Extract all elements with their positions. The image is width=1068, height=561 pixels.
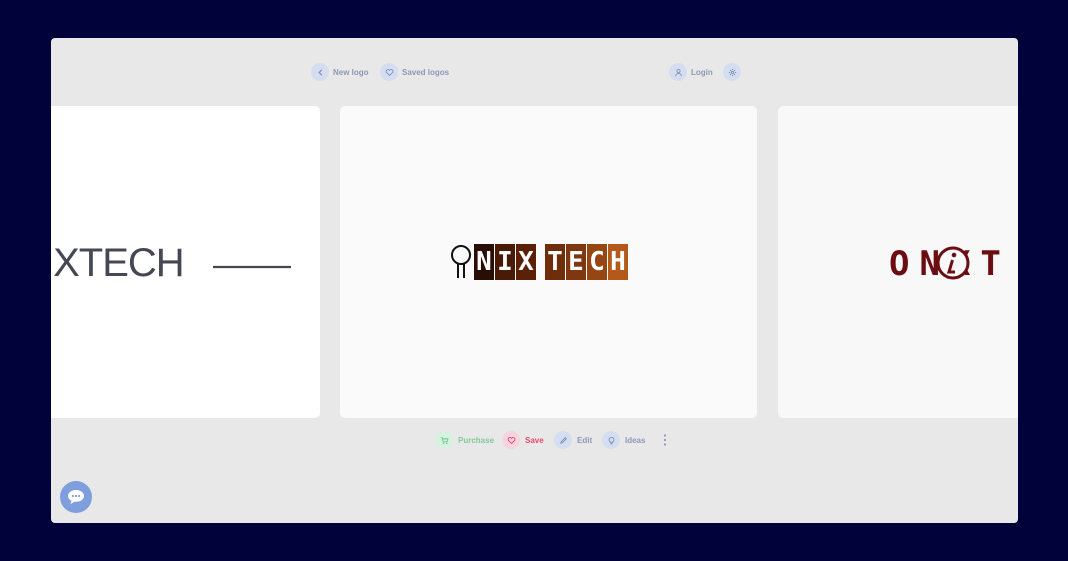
edit-button[interactable]: Edit	[554, 431, 592, 449]
more-vertical-icon	[663, 434, 667, 446]
heart-icon	[380, 63, 398, 81]
edit-label: Edit	[577, 435, 593, 445]
chat-icon	[68, 490, 84, 504]
gear-icon	[723, 63, 741, 81]
logo-card-previous[interactable]: IXTECH	[51, 106, 320, 418]
logo-ixtech-text: IXTECH	[51, 241, 185, 285]
saved-logos-label: Saved logos	[402, 67, 450, 77]
saved-logos-button[interactable]: Saved logos	[380, 63, 449, 81]
app-window: New logo Saved logos Login IXTECH N I X …	[51, 38, 1018, 523]
logo-swoosh-icon	[213, 265, 291, 269]
ideas-button[interactable]: Ideas	[602, 431, 645, 449]
more-options-button[interactable]	[661, 431, 669, 449]
logo-letter: T	[545, 244, 565, 280]
login-label: Login	[691, 67, 713, 77]
save-button[interactable]: Save	[502, 431, 544, 449]
logo-card-current[interactable]: N I X T E C H	[340, 106, 757, 418]
logo-card-next[interactable]: ONXT	[778, 106, 1018, 418]
heart-icon	[502, 431, 520, 449]
logo-onix-tech: N I X T E C H	[450, 244, 629, 280]
purchase-button[interactable]: Purchase	[435, 431, 494, 449]
logo-letter: I	[495, 244, 515, 280]
logo-ixtech: IXTECH	[51, 241, 185, 286]
chat-button[interactable]	[60, 481, 92, 513]
new-logo-button[interactable]: New logo	[311, 63, 369, 81]
settings-button[interactable]	[723, 63, 745, 81]
purchase-label: Purchase	[458, 435, 495, 445]
pencil-icon	[554, 431, 572, 449]
logo-letter: H	[608, 244, 628, 280]
login-button[interactable]: Login	[669, 63, 713, 81]
logo-letter: N	[474, 244, 494, 280]
logo-bulb-icon	[451, 245, 471, 278]
chevron-left-icon	[311, 63, 329, 81]
new-logo-label: New logo	[333, 67, 369, 77]
lightbulb-icon	[602, 431, 620, 449]
user-icon	[669, 63, 687, 81]
save-label: Save	[525, 435, 544, 445]
logo-letter: C	[587, 244, 607, 280]
logo-letter: E	[566, 244, 586, 280]
ideas-label: Ideas	[625, 435, 646, 445]
cart-icon	[435, 431, 453, 449]
logo-info-icon	[936, 246, 970, 280]
logo-letter: X	[516, 244, 536, 280]
